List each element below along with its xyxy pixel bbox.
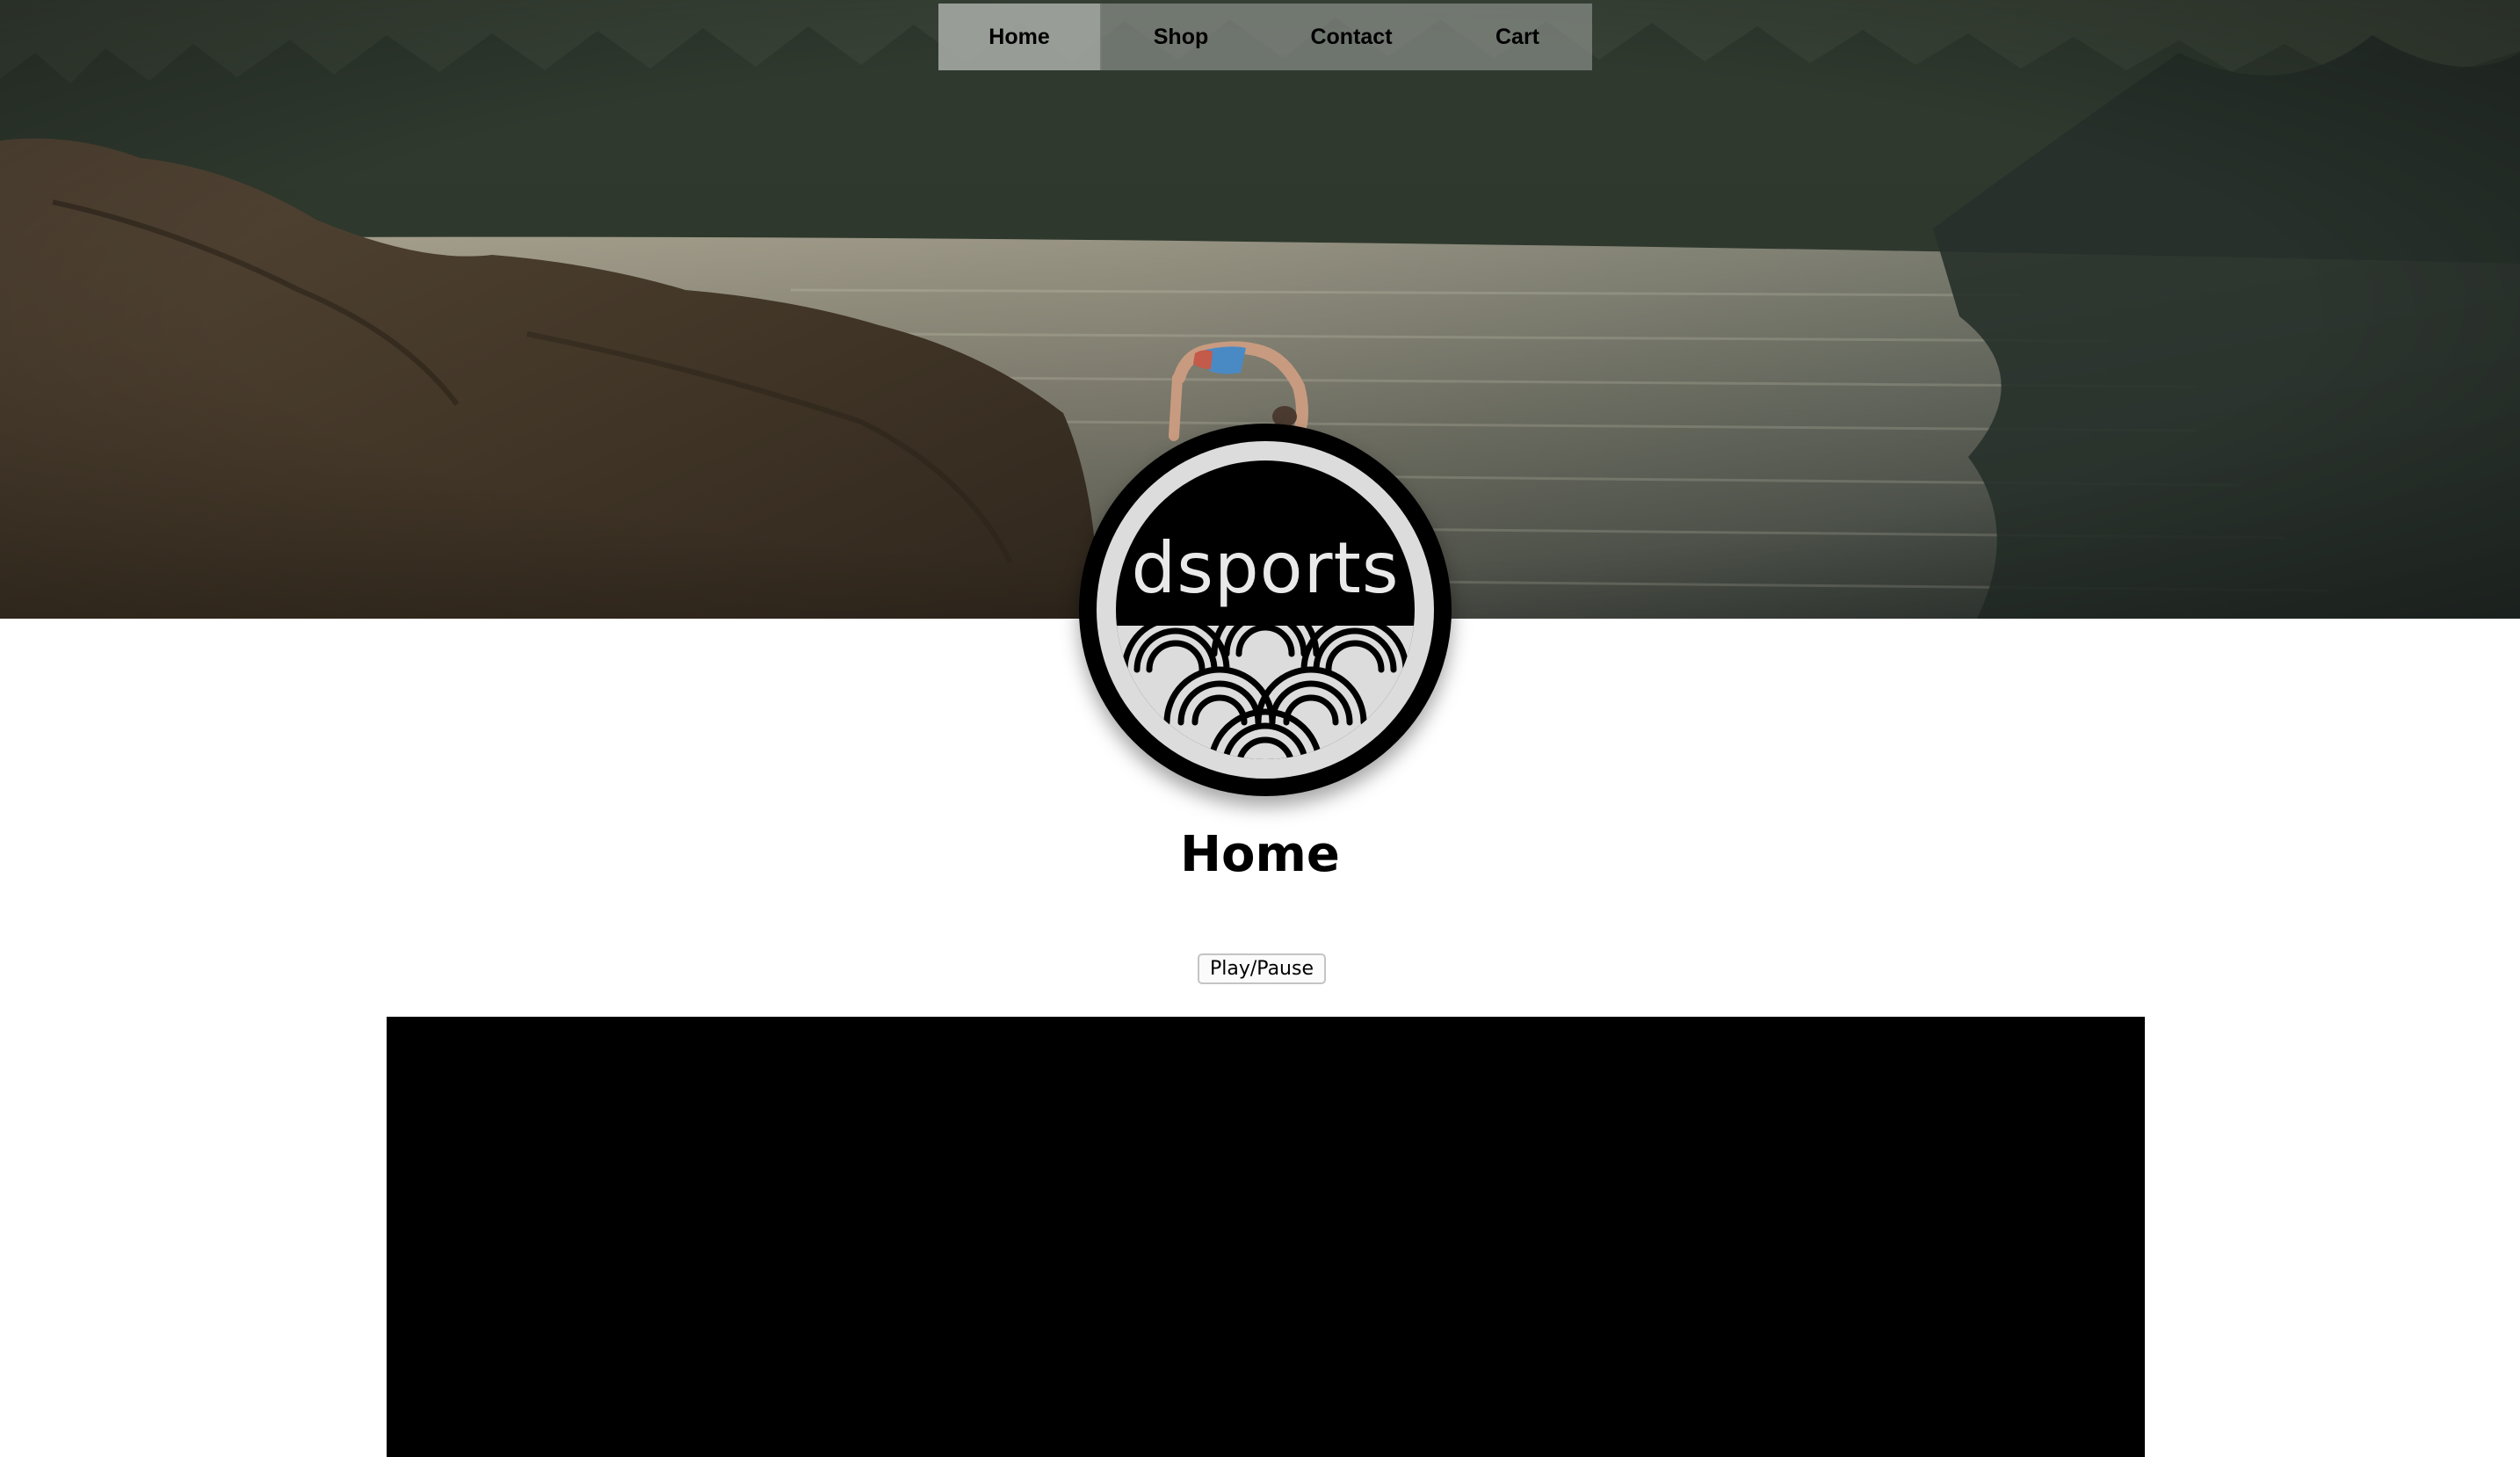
nav-cart[interactable]: Cart	[1443, 4, 1592, 70]
video-player[interactable]	[387, 1017, 2145, 1457]
nav-home[interactable]: Home	[938, 4, 1102, 70]
page-title: Home	[1180, 826, 1340, 883]
nav-contact[interactable]: Contact	[1260, 4, 1443, 70]
nav-shop[interactable]: Shop	[1102, 4, 1260, 70]
waves-icon	[1079, 424, 1452, 796]
top-nav: Home Shop Contact Cart	[938, 4, 1592, 70]
play-pause-button[interactable]: Play/Pause	[1198, 953, 1326, 984]
logo-text: dsports	[1131, 527, 1400, 609]
dsports-logo[interactable]: dsports	[1079, 424, 1452, 796]
page: Home Shop Contact Cart dsports Home Play…	[0, 0, 2520, 1457]
